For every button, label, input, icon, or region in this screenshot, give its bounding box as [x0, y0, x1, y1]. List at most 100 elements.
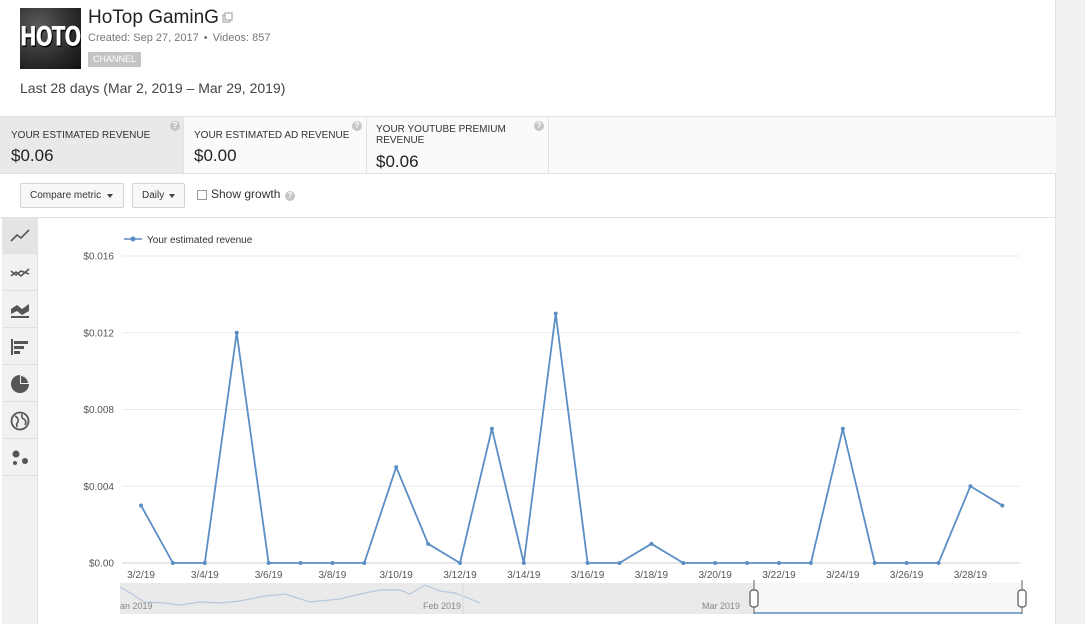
- chart-type-rail: [2, 218, 38, 624]
- map-chart-button[interactable]: [2, 403, 38, 439]
- y-tick-label: $0.004: [83, 482, 114, 493]
- globe-map-icon: [10, 411, 30, 431]
- data-point: [872, 561, 877, 565]
- data-point: [840, 426, 845, 431]
- data-point: [713, 561, 718, 565]
- x-tick-label: 3/20/19: [699, 570, 733, 581]
- x-tick-label: 3/22/19: [762, 570, 796, 581]
- data-point: [202, 561, 207, 565]
- stacked-area-chart-button[interactable]: [2, 292, 38, 328]
- data-point: [170, 561, 175, 565]
- revenue-line-chart: $0.00 $0.004 $0.008 $0.012 $0.016 3/2/19 3/4/1…: [83, 235, 1027, 614]
- compare-metric-dropdown[interactable]: Compare metric: [20, 183, 124, 208]
- external-link-icon[interactable]: [222, 12, 233, 23]
- legend-label: Your estimated revenue: [147, 235, 253, 246]
- metric-tab-premium-revenue[interactable]: YOUR YOUTUBE PREMIUM REVENUE $0.06 ?: [367, 117, 549, 173]
- data-point: [777, 561, 781, 565]
- pie-chart-icon: [11, 375, 29, 393]
- data-point: [617, 561, 622, 565]
- meta-separator: •: [203, 32, 208, 44]
- channel-header: HOTOP HoTop GaminG Created: Sep 27, 2017…: [0, 0, 1056, 116]
- series-line: [140, 312, 1003, 564]
- help-icon[interactable]: ?: [170, 121, 180, 131]
- overview-date-label: Mar 2019: [702, 601, 740, 611]
- data-point: [968, 484, 973, 489]
- granularity-dropdown[interactable]: Daily: [132, 183, 185, 208]
- data-point: [649, 541, 654, 546]
- channel-badge: CHANNEL: [88, 52, 142, 67]
- metric-value: $0.06: [376, 152, 419, 171]
- data-point: [745, 561, 750, 565]
- line-chart-icon: [10, 229, 30, 242]
- bubble-chart-icon: [12, 450, 28, 465]
- x-tick-label: 3/2/19: [127, 570, 155, 581]
- granularity-label: Daily: [142, 190, 165, 201]
- data-point: [362, 561, 367, 565]
- metric-value: $0.06: [11, 146, 54, 165]
- metric-value: $0.00: [194, 146, 237, 165]
- data-point: [234, 330, 239, 335]
- x-tick-label: 3/18/19: [635, 570, 669, 581]
- metric-label-line1: YOUR YOUTUBE PREMIUM: [376, 124, 506, 135]
- x-tick-label: 3/6/19: [255, 570, 283, 581]
- help-icon[interactable]: ?: [352, 121, 362, 131]
- bar-chart-button[interactable]: [2, 329, 38, 365]
- x-tick-label: 3/16/19: [571, 570, 605, 581]
- channel-meta: Created: Sep 27, 2017 • Videos: 857: [88, 32, 270, 44]
- data-point: [553, 311, 558, 316]
- channel-avatar[interactable]: HOTOP: [20, 8, 81, 69]
- help-icon[interactable]: ?: [534, 121, 544, 131]
- bar-chart-icon: [11, 339, 28, 355]
- y-tick-label: $0.016: [83, 252, 114, 263]
- metric-label-line2: REVENUE: [376, 135, 425, 146]
- avatar-logo-text: HOTOP: [20, 19, 81, 53]
- chart-toolbar: Compare metric Daily: [0, 174, 1056, 218]
- x-tick-label: 3/12/19: [443, 570, 477, 581]
- data-point: [298, 561, 303, 565]
- data-point: [936, 561, 941, 565]
- data-point: [1000, 503, 1005, 508]
- data-point: [681, 561, 686, 565]
- y-tick-label: $0.008: [83, 405, 114, 416]
- help-icon[interactable]: ?: [285, 191, 295, 201]
- x-tick-label: 3/10/19: [380, 570, 414, 581]
- pie-chart-button[interactable]: [2, 366, 38, 402]
- metric-label: YOUR ESTIMATED REVENUE: [11, 130, 151, 141]
- stacked-area-icon: [11, 304, 29, 318]
- date-range-label: Last 28 days (Mar 2, 2019 – Mar 29, 2019…: [20, 80, 286, 96]
- analytics-page: HOTOP HoTop GaminG Created: Sep 27, 2017…: [0, 0, 1056, 624]
- multi-line-icon: [10, 268, 30, 277]
- show-growth-label[interactable]: Show growth: [211, 187, 280, 201]
- data-point: [458, 561, 462, 565]
- x-tick-label: 3/4/19: [191, 570, 219, 581]
- channel-created: Created: Sep 27, 2017: [88, 32, 199, 44]
- compare-metric-label: Compare metric: [30, 190, 102, 201]
- multi-line-chart-button[interactable]: [2, 255, 38, 291]
- bubble-chart-button[interactable]: [2, 440, 38, 476]
- data-point: [394, 465, 399, 470]
- x-tick-label: 3/24/19: [826, 570, 860, 581]
- legend-swatch-dot: [130, 236, 136, 242]
- y-tick-label: $0.00: [89, 559, 114, 570]
- data-point: [585, 561, 590, 565]
- metric-tab-estimated-revenue[interactable]: YOUR ESTIMATED REVENUE $0.06 ?: [0, 117, 184, 173]
- channel-name[interactable]: HoTop GaminG: [88, 7, 219, 29]
- overview-range-handle-right: [1017, 589, 1027, 608]
- data-point: [139, 503, 143, 508]
- overview-date-label: an 2019: [120, 601, 153, 611]
- show-growth-checkbox[interactable]: [197, 190, 207, 200]
- y-tick-label: $0.012: [83, 328, 114, 339]
- x-tick-label: 3/8/19: [318, 570, 346, 581]
- x-tick-label: 3/26/19: [890, 570, 924, 581]
- line-chart-button[interactable]: [2, 218, 38, 254]
- data-point: [521, 561, 526, 565]
- data-point: [426, 541, 431, 546]
- channel-video-count: Videos: 857: [212, 32, 271, 44]
- overview-range-handle-left: [749, 589, 759, 608]
- data-point: [489, 426, 494, 431]
- data-point: [904, 561, 909, 565]
- x-tick-label: 3/28/19: [954, 570, 988, 581]
- metric-tab-ad-revenue[interactable]: YOUR ESTIMATED AD REVENUE $0.00 ?: [184, 117, 367, 173]
- data-point: [266, 561, 271, 565]
- x-tick-label: 3/14/19: [507, 570, 541, 581]
